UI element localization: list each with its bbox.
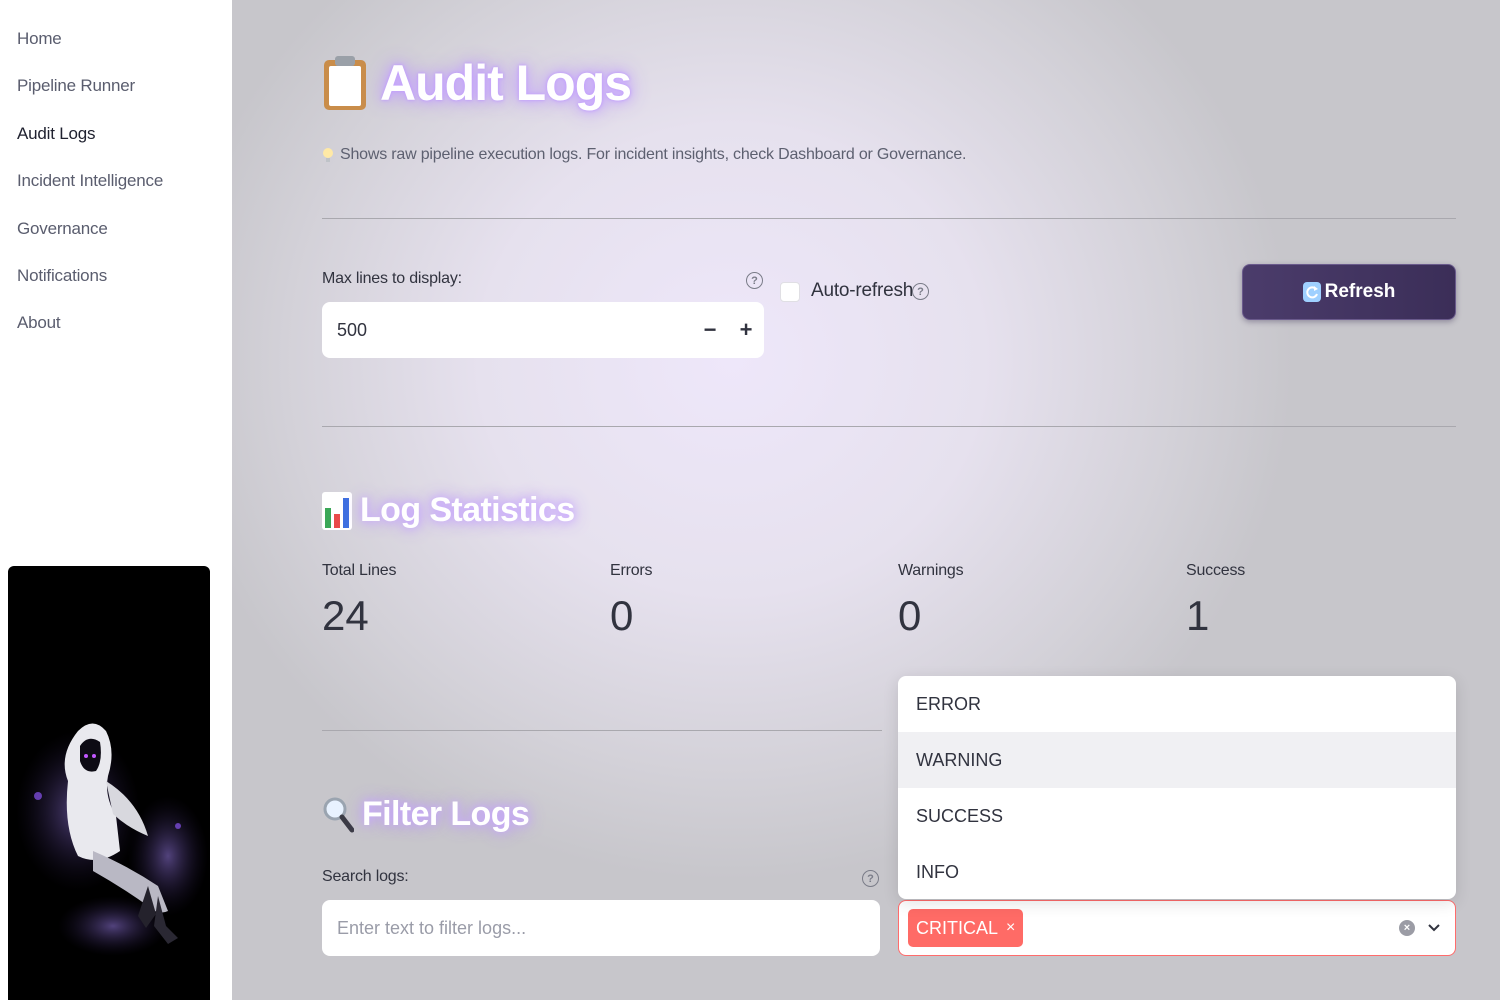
refresh-button[interactable]: Refresh bbox=[1242, 264, 1456, 320]
metric-label: Success bbox=[1186, 562, 1246, 579]
increment-button[interactable]: + bbox=[728, 302, 764, 358]
magnifier-icon bbox=[323, 797, 354, 832]
chevron-down-icon[interactable] bbox=[1427, 918, 1441, 938]
metric-label: Warnings bbox=[898, 562, 964, 579]
sidebar-item-pipeline-runner[interactable]: Pipeline Runner bbox=[0, 71, 232, 118]
metric-success: Success 1 bbox=[1186, 562, 1245, 640]
dropdown-option-error[interactable]: ERROR bbox=[898, 676, 1456, 732]
dropdown-option-warning[interactable]: WARNING bbox=[898, 732, 1456, 788]
metric-value: 1 bbox=[1186, 592, 1210, 639]
auto-refresh-label[interactable]: Auto-refresh bbox=[811, 280, 913, 302]
tag-label: CRITICAL bbox=[916, 917, 999, 938]
search-help-icon[interactable]: ? bbox=[862, 870, 879, 887]
page-title: Audit Logs bbox=[322, 48, 632, 118]
divider bbox=[322, 218, 1456, 219]
refresh-icon bbox=[1302, 282, 1321, 302]
sidebar-nav: Home Pipeline Runner Audit Logs Incident… bbox=[0, 24, 232, 356]
metric-warnings: Warnings 0 bbox=[898, 562, 964, 640]
clear-selection-icon[interactable]: × bbox=[1399, 920, 1415, 936]
page-subtitle: Shows raw pipeline execution logs. For i… bbox=[322, 146, 967, 164]
metric-value: 24 bbox=[322, 592, 369, 639]
filter-logs-title: Filter Logs bbox=[362, 795, 530, 833]
lightbulb-icon bbox=[323, 148, 333, 162]
divider bbox=[322, 426, 1456, 427]
clipboard-icon bbox=[324, 56, 366, 110]
metric-label: Total Lines bbox=[322, 562, 397, 579]
divider bbox=[322, 730, 882, 731]
metric-value: 0 bbox=[898, 592, 922, 639]
page-title-text: Audit Logs bbox=[380, 55, 632, 111]
log-level-dropdown: ERROR WARNING SUCCESS INFO bbox=[898, 676, 1456, 899]
sidebar-item-audit-logs[interactable]: Audit Logs bbox=[0, 119, 232, 166]
auto-refresh-checkbox[interactable] bbox=[780, 282, 800, 302]
auto-refresh-help-icon[interactable]: ? bbox=[912, 283, 929, 300]
dropdown-option-success[interactable]: SUCCESS bbox=[898, 788, 1456, 844]
max-lines-help-icon[interactable]: ? bbox=[746, 272, 763, 289]
main-content: Audit Logs Shows raw pipeline execution … bbox=[232, 0, 1500, 1000]
sidebar-item-governance[interactable]: Governance bbox=[0, 214, 232, 261]
tag-remove-icon[interactable]: × bbox=[1006, 919, 1015, 937]
metric-errors: Errors 0 bbox=[610, 562, 653, 640]
sidebar-item-about[interactable]: About bbox=[0, 308, 232, 355]
max-lines-value[interactable]: 500 bbox=[322, 320, 692, 341]
log-level-multiselect[interactable]: CRITICAL × × bbox=[898, 900, 1456, 956]
selected-tag-critical[interactable]: CRITICAL × bbox=[908, 909, 1024, 947]
search-input[interactable]: Enter text to filter logs... bbox=[322, 900, 880, 956]
max-lines-stepper[interactable]: 500 − + bbox=[322, 302, 764, 358]
refresh-button-label: Refresh bbox=[1324, 281, 1396, 302]
sidebar-item-incident-intelligence[interactable]: Incident Intelligence bbox=[0, 166, 232, 213]
sidebar-item-home[interactable]: Home bbox=[0, 24, 232, 71]
metric-label: Errors bbox=[610, 562, 653, 579]
sidebar-artwork-image bbox=[8, 566, 210, 1000]
log-statistics-title: Log Statistics bbox=[360, 490, 575, 529]
sidebar-item-notifications[interactable]: Notifications bbox=[0, 261, 232, 308]
max-lines-label: Max lines to display: bbox=[322, 270, 462, 287]
page-subtitle-text: Shows raw pipeline execution logs. For i… bbox=[340, 146, 967, 163]
metric-value: 0 bbox=[610, 592, 634, 639]
decrement-button[interactable]: − bbox=[692, 302, 728, 358]
log-statistics-heading: Log Statistics bbox=[322, 490, 575, 530]
dropdown-option-info[interactable]: INFO bbox=[898, 844, 1456, 900]
sidebar: Home Pipeline Runner Audit Logs Incident… bbox=[0, 0, 232, 1000]
hooded-figure-illustration bbox=[16, 723, 208, 956]
search-logs-label: Search logs: bbox=[322, 868, 409, 885]
filter-logs-heading: Filter Logs bbox=[322, 795, 530, 834]
metric-total-lines: Total Lines 24 bbox=[322, 562, 396, 640]
search-placeholder: Enter text to filter logs... bbox=[337, 917, 527, 938]
bar-chart-icon bbox=[322, 492, 352, 530]
